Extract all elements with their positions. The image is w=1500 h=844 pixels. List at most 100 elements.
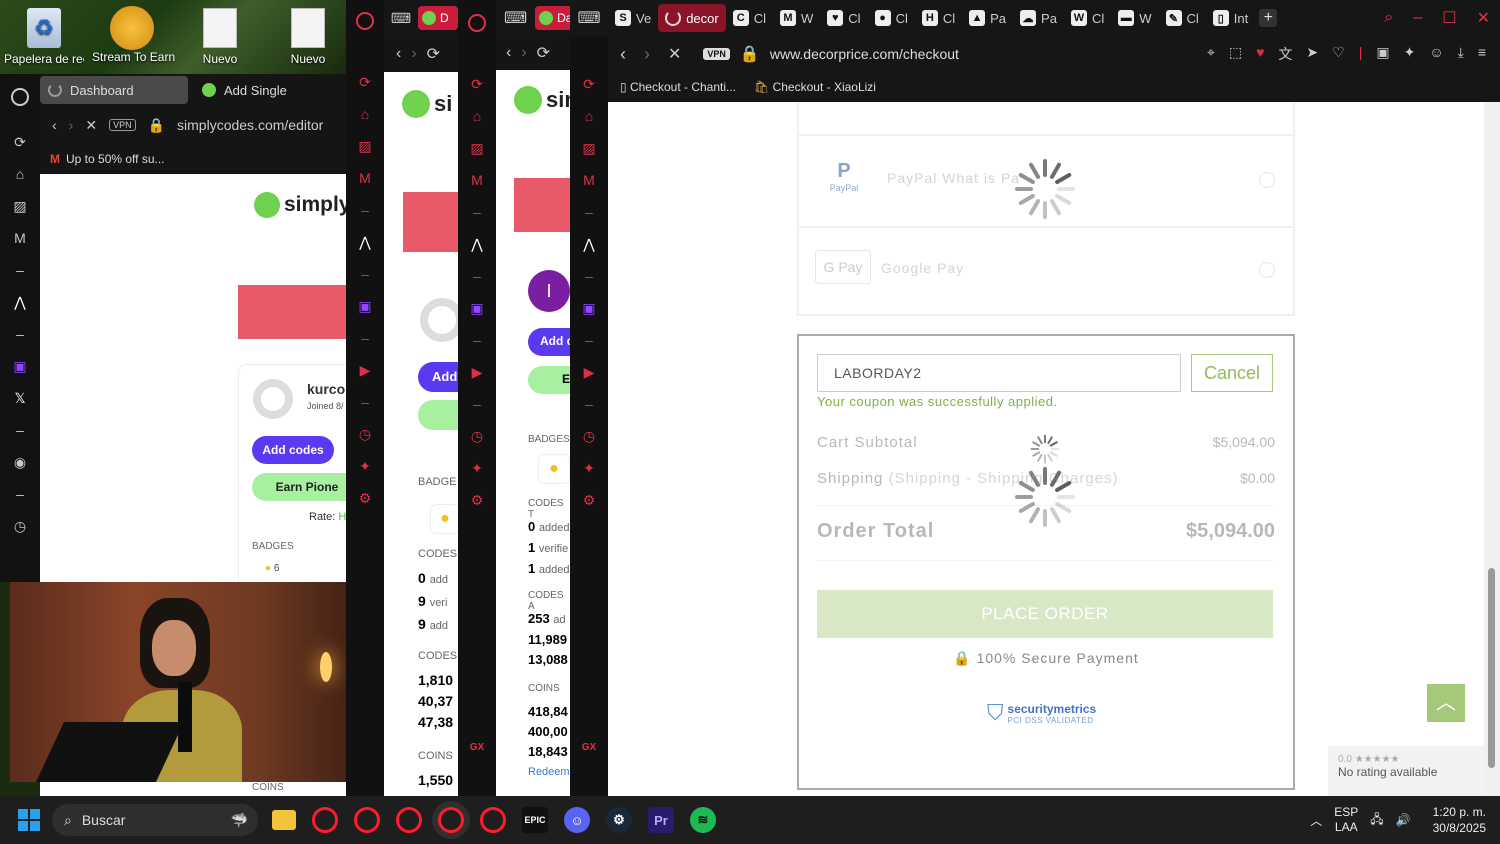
x-icon[interactable]: 𝕏 xyxy=(12,390,28,406)
coupon-cancel-button[interactable]: Cancel xyxy=(1191,354,1273,392)
m-icon[interactable]: M xyxy=(12,230,28,246)
ai-icon[interactable]: ⌂ xyxy=(12,166,28,182)
send-icon[interactable]: ➤ xyxy=(1306,44,1318,64)
vpn-badge[interactable]: VPN xyxy=(109,119,136,131)
opera-logo-icon[interactable] xyxy=(11,88,29,106)
opera-gx-logo-icon[interactable] xyxy=(468,14,486,32)
reload-icon[interactable]: ⟳ xyxy=(469,76,485,92)
browser-tab[interactable]: ▲ Pa xyxy=(962,4,1013,32)
browser-tab[interactable]: C Cl xyxy=(726,4,773,32)
opera-gx-icon[interactable] xyxy=(438,807,464,833)
twitch-icon[interactable]: ▣ xyxy=(357,298,373,314)
chevron-up-icon[interactable]: ︿ xyxy=(1310,812,1322,829)
extensions-icon[interactable]: ✦ xyxy=(581,460,597,476)
opera-gx-icon[interactable] xyxy=(480,807,506,833)
browser-tab[interactable]: MW xyxy=(773,4,820,32)
address-text[interactable]: www.decorprice.com/checkout xyxy=(770,46,959,62)
earn-button[interactable] xyxy=(418,400,458,430)
redeem-link[interactable]: Redeem xyxy=(528,766,570,778)
forward-icon[interactable]: › xyxy=(69,117,74,133)
search-icon[interactable]: ⌕ xyxy=(1384,9,1393,27)
earn-button[interactable]: E xyxy=(528,366,570,394)
spotify-icon[interactable]: ≋ xyxy=(690,807,716,833)
snapshot-icon[interactable]: ⬚ xyxy=(1229,44,1242,64)
m-icon[interactable]: M xyxy=(469,172,485,188)
earn-button[interactable]: Earn Pione xyxy=(252,473,346,501)
desktop-icon-recycle-bin[interactable]: ♻ Papelera de reciclaje xyxy=(4,0,84,66)
premiere-pro-icon[interactable]: Pr xyxy=(648,807,674,833)
desktop-icon-stream-to-earn[interactable]: Stream To Earn xyxy=(92,0,175,64)
tab-dashboard[interactable]: Da xyxy=(535,6,573,30)
browser-tab[interactable]: ✎ Cl xyxy=(1159,4,1206,32)
heart-icon[interactable]: ♡ xyxy=(1332,44,1345,64)
payment-option-top[interactable] xyxy=(797,102,1295,136)
bookmark-item-1[interactable]: ▯ Checkout - Chanti... xyxy=(620,80,736,94)
ai-icon[interactable]: ⌂ xyxy=(469,108,485,124)
discord-icon[interactable]: ☺ xyxy=(564,807,590,833)
arrow-app-icon[interactable]: ⋀ xyxy=(357,234,373,250)
menu-icon[interactable]: ≡ xyxy=(1478,44,1486,64)
arrow-app-icon[interactable]: ⋀ xyxy=(581,236,597,252)
settings-icon[interactable]: ⚙ xyxy=(581,492,597,508)
profile-icon[interactable]: ☺ xyxy=(1429,44,1443,64)
desktop-icon-nuevo-1[interactable]: Nuevo xyxy=(180,0,260,66)
browser-tab[interactable]: H Cl xyxy=(915,4,962,32)
extensions-icon[interactable]: ✦ xyxy=(357,458,373,474)
stack-icon[interactable]: ▨ xyxy=(12,198,28,214)
opera-icon[interactable] xyxy=(312,807,338,833)
stop-icon[interactable]: ✕ xyxy=(668,44,681,64)
history-icon[interactable]: ◷ xyxy=(12,518,28,534)
reload-icon[interactable]: ⟳ xyxy=(12,134,28,150)
volume-icon[interactable]: 🔊 xyxy=(1396,813,1411,827)
ai-icon[interactable]: ⌂ xyxy=(357,106,373,122)
history-icon[interactable]: ◷ xyxy=(469,428,485,444)
browser-tab[interactable]: ● Cl xyxy=(868,4,915,32)
player-icon[interactable]: ▶ xyxy=(357,362,373,378)
download-icon[interactable]: ⤓ xyxy=(1458,44,1464,64)
browser-tab[interactable]: ☁ Pa xyxy=(1013,4,1064,32)
tab-dashboard[interactable]: D xyxy=(418,6,458,30)
reload-icon[interactable]: ⟳ xyxy=(581,76,597,92)
browser-tab[interactable]: ▯ Int xyxy=(1206,4,1255,32)
back-icon[interactable]: ‹ xyxy=(620,44,626,65)
windows-start-icon[interactable] xyxy=(18,809,40,831)
spotify-icon[interactable]: ◉ xyxy=(12,454,28,470)
forward-icon[interactable]: › xyxy=(411,45,416,63)
add-button[interactable]: Add xyxy=(418,362,458,392)
player-icon[interactable]: ▶ xyxy=(469,364,485,380)
rating-widget[interactable]: 0.0 ★★★★★ No rating available xyxy=(1328,746,1484,796)
scrollbar-thumb[interactable] xyxy=(1488,568,1495,768)
bookmark-item-2[interactable]: 🛍 Checkout - XiaoLizi xyxy=(754,80,876,94)
forward-icon[interactable]: › xyxy=(521,44,526,62)
place-order-button[interactable]: PLACE ORDER xyxy=(817,590,1273,638)
twitch-icon[interactable]: ▣ xyxy=(469,300,485,316)
browser-tab[interactable]: ♥ Cl xyxy=(820,4,867,32)
add-codes-button[interactable]: Add c xyxy=(528,328,570,356)
back-icon[interactable]: ‹ xyxy=(52,117,57,133)
forward-icon[interactable]: › xyxy=(644,44,650,65)
gx-label[interactable]: GX xyxy=(462,742,492,753)
m-icon[interactable]: M xyxy=(581,172,597,188)
opera-gx-logo-icon[interactable] xyxy=(356,12,374,30)
file-explorer-icon[interactable] xyxy=(272,810,296,830)
extensions-icon[interactable]: ✦ xyxy=(469,460,485,476)
stop-icon[interactable]: ✕ xyxy=(85,117,97,134)
pocket-icon[interactable]: ♥ xyxy=(1256,44,1264,64)
back-icon[interactable]: ‹ xyxy=(396,45,401,63)
twitch-icon[interactable]: ▣ xyxy=(12,358,28,374)
opera-gx-icon[interactable] xyxy=(396,807,422,833)
stack-icon[interactable]: ▨ xyxy=(581,140,597,156)
maximize-icon[interactable]: ☐ xyxy=(1442,8,1456,28)
back-to-top-button[interactable]: ︿ xyxy=(1427,684,1465,722)
new-tab-button[interactable]: + xyxy=(1259,9,1278,27)
toggle-icon[interactable]: ⌨ xyxy=(504,8,527,28)
reload-icon[interactable]: ⟳ xyxy=(357,74,373,90)
stack-icon[interactable]: ▨ xyxy=(357,138,373,154)
network-icon[interactable]: 🖧 xyxy=(1370,810,1383,831)
arrow-app-icon[interactable]: ⋀ xyxy=(469,236,485,252)
ai-icon[interactable]: ⌂ xyxy=(581,108,597,124)
gx-corner-icon[interactable]: ▣ xyxy=(1376,44,1389,64)
coupon-input[interactable]: LABORDAY2 xyxy=(817,354,1181,392)
page-scrollbar[interactable] xyxy=(1484,102,1500,796)
tab-add-single[interactable]: Add Single xyxy=(194,76,295,104)
